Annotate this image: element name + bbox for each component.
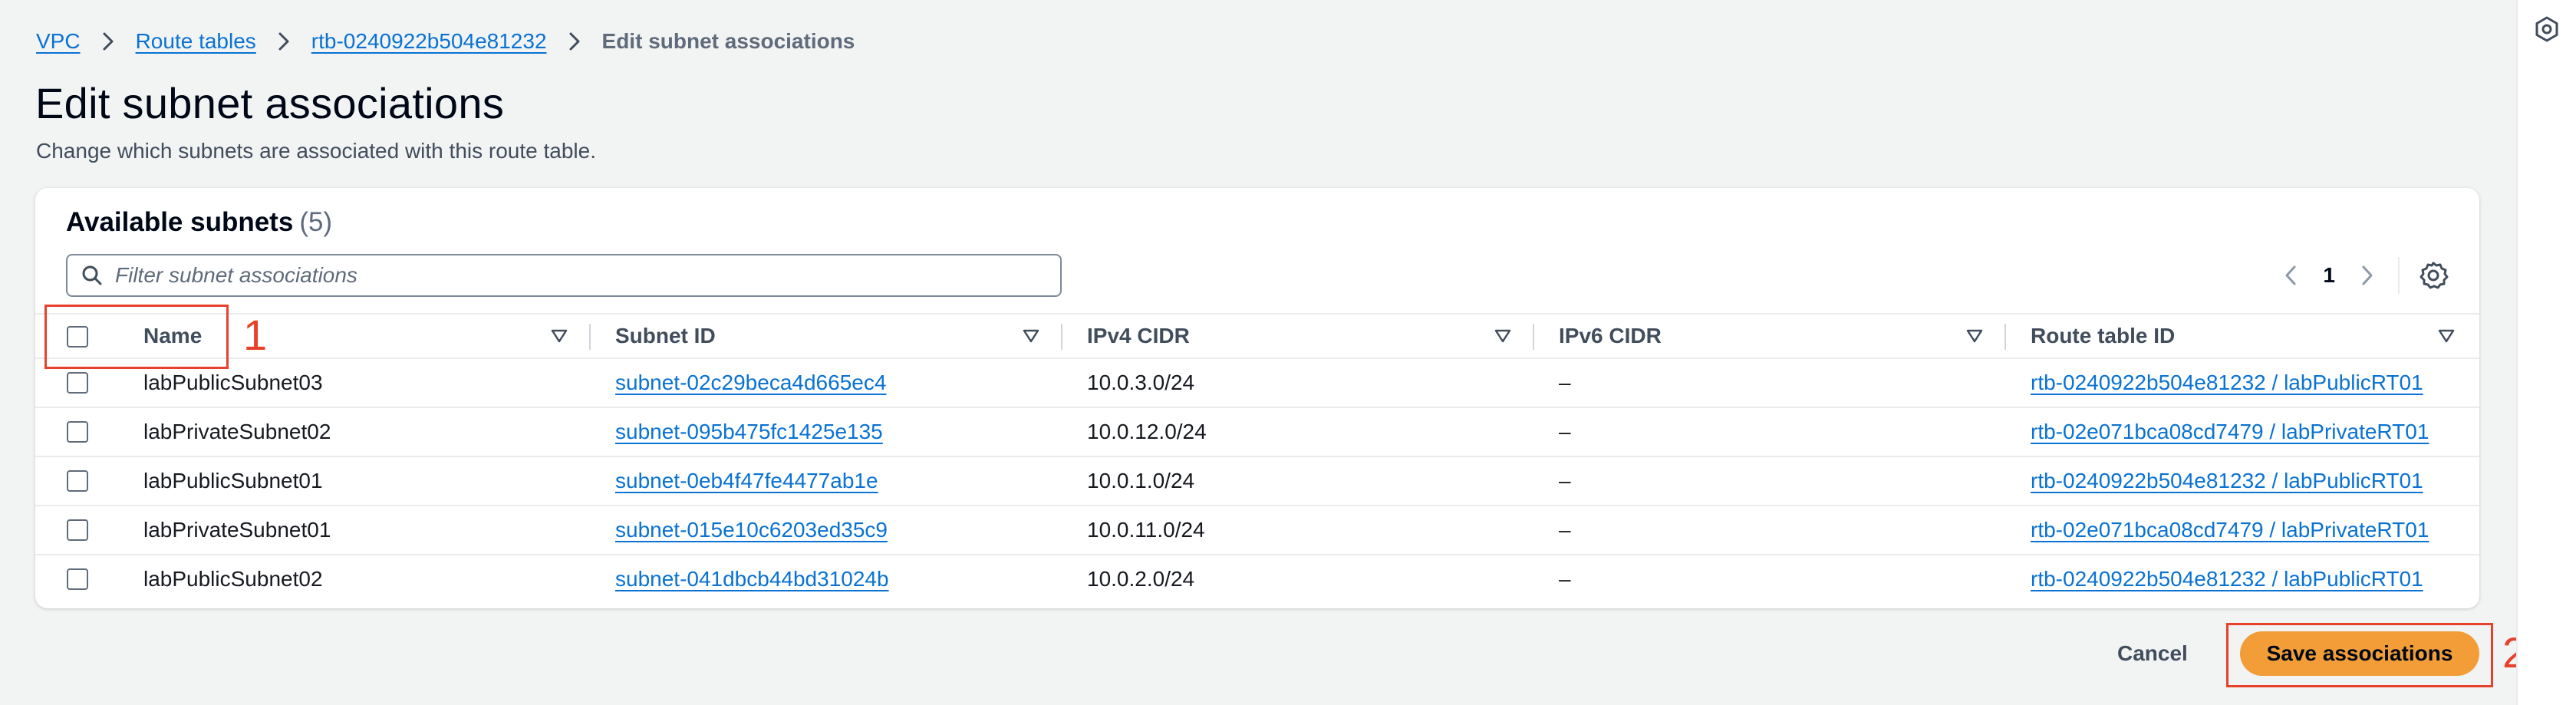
cell-name: labPrivateSubnet01: [143, 518, 331, 542]
cell-ipv6-cidr: –: [1559, 518, 1571, 542]
row-checkbox[interactable]: [67, 372, 88, 394]
breadcrumb-current: Edit subnet associations: [601, 29, 855, 53]
cell-ipv4-cidr: 10.0.3.0/24: [1087, 371, 1195, 394]
filter-box: [66, 254, 1062, 297]
column-separator: [2004, 324, 2006, 350]
cancel-button[interactable]: Cancel: [2102, 632, 2203, 675]
cell-route-table-link[interactable]: rtb-02e071bca08cd7479 / labPrivateRT01: [2031, 408, 2429, 456]
chevron-right-icon: [100, 31, 116, 52]
annotation-box-2: [2226, 623, 2493, 687]
column-separator: [1533, 324, 1534, 350]
pager-divider: [2398, 257, 2400, 294]
cell-name: labPublicSubnet02: [143, 567, 323, 591]
previous-page-button[interactable]: [2275, 257, 2306, 294]
column-separator: [589, 324, 591, 350]
sort-down-icon[interactable]: [2436, 326, 2456, 346]
cell-subnet-id-link[interactable]: subnet-095b475fc1425e135: [615, 408, 883, 456]
subnets-table: Name Subnet ID IPv4 CIDR IPv6 CIDR Route…: [35, 313, 2479, 605]
cell-ipv6-cidr: –: [1559, 567, 1571, 591]
annotation-box-1: [44, 305, 229, 369]
cell-ipv6-cidr: –: [1559, 469, 1571, 493]
annotation-number-1: 1: [243, 311, 268, 359]
pagination: 1: [2275, 257, 2449, 294]
table-row[interactable]: labPublicSubnet03 subnet-02c29beca4d665e…: [35, 359, 2479, 408]
row-checkbox[interactable]: [67, 421, 88, 443]
gear-icon: [2420, 262, 2449, 289]
page-description: Change which subnets are associated with…: [36, 139, 596, 163]
chevron-left-icon: [2285, 265, 2296, 285]
chevron-right-icon: [276, 31, 292, 52]
table-row[interactable]: labPublicSubnet01 subnet-0eb4f47fe4477ab…: [35, 457, 2479, 506]
chevron-right-icon: [2362, 265, 2373, 285]
row-checkbox[interactable]: [67, 519, 88, 541]
row-checkbox[interactable]: [67, 568, 88, 590]
filter-input[interactable]: [115, 263, 1036, 288]
main-content: VPC Route tables rtb-0240922b504e81232 E…: [0, 0, 2526, 705]
breadcrumb-route-table-id[interactable]: rtb-0240922b504e81232: [311, 29, 547, 54]
cell-ipv4-cidr: 10.0.11.0/24: [1087, 518, 1205, 542]
available-subnets-panel: Available subnets(5) 1: [35, 188, 2479, 608]
settings-hexagon-icon[interactable]: [2533, 15, 2561, 43]
column-header-route-table-id[interactable]: Route table ID: [2031, 315, 2175, 357]
breadcrumb: VPC Route tables rtb-0240922b504e81232 E…: [36, 26, 855, 57]
sort-down-icon[interactable]: [1021, 326, 1041, 346]
next-page-button[interactable]: [2352, 257, 2383, 294]
chevron-right-icon: [567, 31, 582, 52]
cell-route-table-link[interactable]: rtb-0240922b504e81232 / labPublicRT01: [2031, 457, 2423, 505]
page-title: Edit subnet associations: [35, 79, 505, 127]
sort-down-icon[interactable]: [1493, 326, 1513, 346]
column-header-subnet-id[interactable]: Subnet ID: [615, 315, 716, 357]
preferences-button[interactable]: [2418, 257, 2449, 294]
cell-ipv4-cidr: 10.0.12.0/24: [1087, 420, 1207, 443]
cell-ipv4-cidr: 10.0.1.0/24: [1087, 469, 1195, 493]
panel-title-text: Available subnets: [66, 207, 294, 237]
search-icon: [82, 265, 102, 285]
right-side-rail: [2516, 0, 2576, 705]
cell-name: labPrivateSubnet02: [143, 420, 331, 443]
panel-count: (5): [299, 207, 333, 237]
cell-ipv6-cidr: –: [1559, 420, 1571, 443]
cell-ipv6-cidr: –: [1559, 371, 1571, 394]
cell-subnet-id-link[interactable]: subnet-041dbcb44bd31024b: [615, 555, 889, 603]
cell-subnet-id-link[interactable]: subnet-02c29beca4d665ec4: [615, 359, 886, 407]
table-row[interactable]: labPrivateSubnet01 subnet-015e10c6203ed3…: [35, 506, 2479, 555]
cell-subnet-id-link[interactable]: subnet-0eb4f47fe4477ab1e: [615, 457, 878, 505]
breadcrumb-vpc[interactable]: VPC: [36, 29, 81, 54]
column-separator: [1061, 324, 1062, 350]
table-row[interactable]: labPublicSubnet02 subnet-041dbcb44bd3102…: [35, 555, 2479, 605]
row-checkbox[interactable]: [67, 470, 88, 492]
sort-down-icon[interactable]: [1965, 326, 1985, 346]
breadcrumb-route-tables[interactable]: Route tables: [136, 29, 256, 54]
cell-route-table-link[interactable]: rtb-02e071bca08cd7479 / labPrivateRT01: [2031, 506, 2429, 554]
table-header: Name Subnet ID IPv4 CIDR IPv6 CIDR Route…: [35, 313, 2479, 359]
cell-ipv4-cidr: 10.0.2.0/24: [1087, 567, 1195, 591]
table-row[interactable]: labPrivateSubnet02 subnet-095b475fc1425e…: [35, 408, 2479, 457]
cell-route-table-link[interactable]: rtb-0240922b504e81232 / labPublicRT01: [2031, 555, 2423, 603]
column-header-ipv4-cidr[interactable]: IPv4 CIDR: [1087, 315, 1190, 357]
cell-subnet-id-link[interactable]: subnet-015e10c6203ed35c9: [615, 506, 888, 554]
column-header-ipv6-cidr[interactable]: IPv6 CIDR: [1559, 315, 1662, 357]
panel-title: Available subnets (5): [66, 207, 332, 238]
current-page-number[interactable]: 1: [2323, 263, 2335, 288]
cell-name: labPublicSubnet01: [143, 469, 323, 493]
cell-route-table-link[interactable]: rtb-0240922b504e81232 / labPublicRT01: [2031, 359, 2423, 407]
sort-down-icon[interactable]: [549, 326, 569, 346]
